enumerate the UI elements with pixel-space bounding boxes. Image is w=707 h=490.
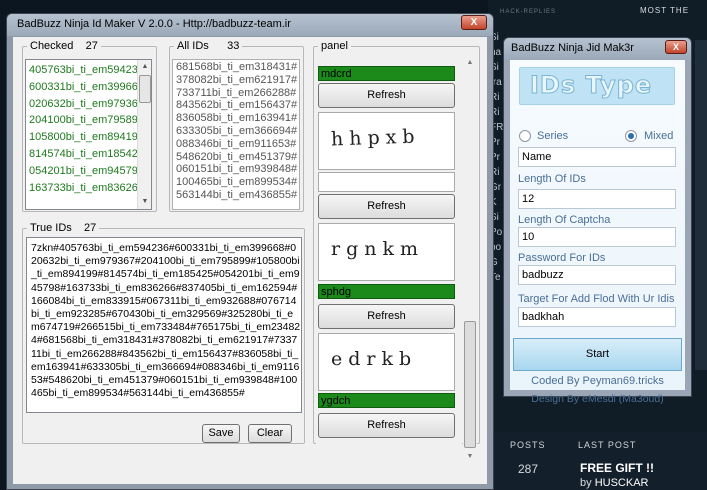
captcha-input-1[interactable] — [318, 172, 455, 192]
jid-client-area: IDs Type Series Mixed Name Length Of IDs… — [510, 60, 685, 405]
checked-list-item[interactable]: 405763bi_ti_em594236 — [29, 62, 144, 79]
captcha-image-1: hhpxb — [318, 112, 455, 170]
refresh-button-2[interactable]: Refresh — [318, 194, 455, 219]
all-ids-list-item[interactable]: 681568bi_ti_em318431# — [176, 61, 297, 74]
all-ids-count: 33 — [227, 40, 240, 52]
true-ids-text: 7zkn#405763bi_ti_em594236#600331bi_ti_em… — [31, 242, 301, 400]
checked-list-item[interactable]: 814574bi_ti_em185425 — [29, 146, 144, 163]
all-ids-legend: All IDs 33 — [177, 40, 240, 52]
all-ids-list-item[interactable]: 563144bi_ti_em436855# — [176, 189, 297, 202]
password-input[interactable]: badbuzz — [518, 265, 676, 285]
true-ids-count: 27 — [84, 222, 97, 234]
jid-maker-window: BadBuzz Ninja Jid Mak3r X IDs Type Serie… — [503, 37, 692, 405]
website-nav-most[interactable]: MOST THE — [640, 6, 689, 15]
all-ids-list-item[interactable]: 836058bi_ti_em163941# — [176, 112, 297, 125]
target-input[interactable]: badkhah — [518, 307, 676, 327]
id-maker-window: BadBuzz Ninja Id Maker V 2.0.0 - Http://… — [6, 13, 494, 490]
title-bar[interactable]: BadBuzz Ninja Id Maker V 2.0.0 - Http://… — [7, 14, 493, 36]
coder-credit: Coded By Peyman69.tricks — [531, 375, 664, 387]
captcha-image-2: rgnkm — [318, 223, 455, 281]
last-post-header: LAST POST — [578, 440, 637, 450]
series-radio[interactable] — [519, 130, 531, 142]
scroll-down-icon[interactable]: ▼ — [463, 450, 477, 464]
save-button[interactable]: Save — [202, 424, 240, 443]
length-ids-label: Length Of IDs — [518, 173, 586, 185]
checked-list-item[interactable]: 163733bi_ti_em836266 — [29, 180, 144, 197]
checked-listbox[interactable]: 405763bi_ti_em594236 600331bi_ti_em399668… — [25, 59, 152, 210]
captcha-text-1: hhpxb — [330, 125, 421, 151]
length-captcha-label: Length Of Captcha — [518, 214, 611, 226]
checked-list-item[interactable]: 600331bi_ti_em399668 — [29, 79, 144, 96]
website-nav-small: HACK-REPLIES — [500, 9, 557, 15]
checked-list-item[interactable]: 105800bi_ti_em894199 — [29, 129, 144, 146]
checked-count: 27 — [85, 40, 98, 52]
panel-scrollbar[interactable]: ▲ ▼ — [463, 56, 477, 464]
true-ids-legend: True IDs 27 — [30, 222, 97, 234]
posts-header: POSTS — [510, 440, 546, 450]
mixed-radio[interactable] — [625, 130, 637, 142]
refresh-button-1[interactable]: Refresh — [318, 83, 455, 108]
logo-text: IDs Type — [529, 71, 653, 100]
refresh-button-3[interactable]: Refresh — [318, 304, 455, 329]
length-ids-input[interactable]: 12 — [518, 189, 676, 209]
name-input[interactable]: Name — [518, 147, 676, 167]
window-title: BadBuzz Ninja Id Maker V 2.0.0 - Http://… — [17, 18, 291, 30]
close-icon[interactable]: X — [461, 15, 487, 30]
checked-list-item[interactable]: 054201bi_ti_em945798 — [29, 163, 144, 180]
checked-legend: Checked 27 — [30, 40, 98, 52]
captcha-panel: mdcrd Refresh hhpxb Refresh rgnkm sphdg … — [316, 56, 462, 464]
jid-window-title: BadBuzz Ninja Jid Mak3r — [511, 42, 634, 54]
all-ids-list-item[interactable]: 633305bi_ti_em366694# — [176, 125, 297, 138]
website-forum-stats: POSTS LAST POST 287 FREE GIFT !! by HUSC… — [488, 432, 707, 490]
all-ids-list-item[interactable]: 088346bi_ti_em911653# — [176, 138, 297, 151]
panel-legend: panel — [321, 40, 348, 52]
close-icon[interactable]: X — [665, 40, 687, 54]
target-label: Target For Add Flod With Ur Idis — [518, 293, 675, 305]
window-client-area: Checked 27 405763bi_ti_em594236 600331bi_… — [13, 37, 487, 484]
captcha-answer-3[interactable]: ygdch — [318, 393, 455, 408]
scroll-up-icon[interactable]: ▲ — [138, 60, 151, 74]
all-ids-list-item[interactable]: 843562bi_ti_em156437# — [176, 99, 297, 112]
start-button[interactable]: Start — [513, 338, 682, 371]
last-post-title[interactable]: FREE GIFT !! — [580, 461, 654, 475]
all-ids-list-item[interactable]: 100465bi_ti_em899534# — [176, 176, 297, 189]
captcha-answer-1[interactable]: mdcrd — [318, 66, 455, 81]
last-post-user[interactable]: HUSCKAR — [595, 477, 649, 489]
designer-credit: Design By eMesdi (Ma3oud) — [531, 393, 664, 405]
series-label[interactable]: Series — [537, 130, 568, 142]
captcha-image-3: edrkb — [318, 333, 455, 391]
jid-title-bar[interactable]: BadBuzz Ninja Jid Mak3r X — [504, 38, 691, 60]
checked-list-item[interactable]: 204100bi_ti_em795899 — [29, 112, 144, 129]
website-side-column — [695, 40, 707, 370]
true-ids-textarea[interactable]: 7zkn#405763bi_ti_em594236#600331bi_ti_em… — [26, 237, 302, 413]
last-post-author: by HUSCKAR — [580, 477, 649, 489]
clear-button[interactable]: Clear — [248, 424, 292, 443]
captcha-text-2: rgnkm — [331, 238, 425, 260]
checked-scrollbar[interactable]: ▲ ▼ — [137, 60, 151, 209]
all-ids-listbox[interactable]: 681568bi_ti_em318431# 378082bi_ti_em62191… — [172, 59, 300, 210]
checked-list-item[interactable]: 020632bi_ti_em979367 — [29, 96, 144, 113]
ids-type-logo: IDs Type — [519, 67, 675, 105]
captcha-text-3: edrkb — [331, 348, 418, 370]
refresh-button-4[interactable]: Refresh — [318, 413, 455, 438]
mixed-label[interactable]: Mixed — [644, 130, 673, 142]
password-label: Password For IDs — [518, 252, 606, 264]
all-ids-list-item[interactable]: 060151bi_ti_em939848# — [176, 163, 297, 176]
posts-count: 287 — [518, 462, 539, 476]
all-ids-list-item[interactable]: 378082bi_ti_em621917# — [176, 74, 297, 87]
length-captcha-input[interactable]: 10 — [518, 227, 676, 247]
scroll-down-icon[interactable]: ▼ — [138, 195, 151, 209]
all-ids-list-item[interactable]: 733711bi_ti_em266288# — [176, 87, 297, 100]
scroll-up-icon[interactable]: ▲ — [463, 56, 477, 70]
all-ids-list-item[interactable]: 548620bi_ti_em451379# — [176, 151, 297, 164]
panel-scroll-thumb[interactable] — [464, 321, 476, 448]
scroll-thumb[interactable] — [139, 75, 151, 103]
captcha-answer-2[interactable]: sphdg — [318, 284, 455, 299]
